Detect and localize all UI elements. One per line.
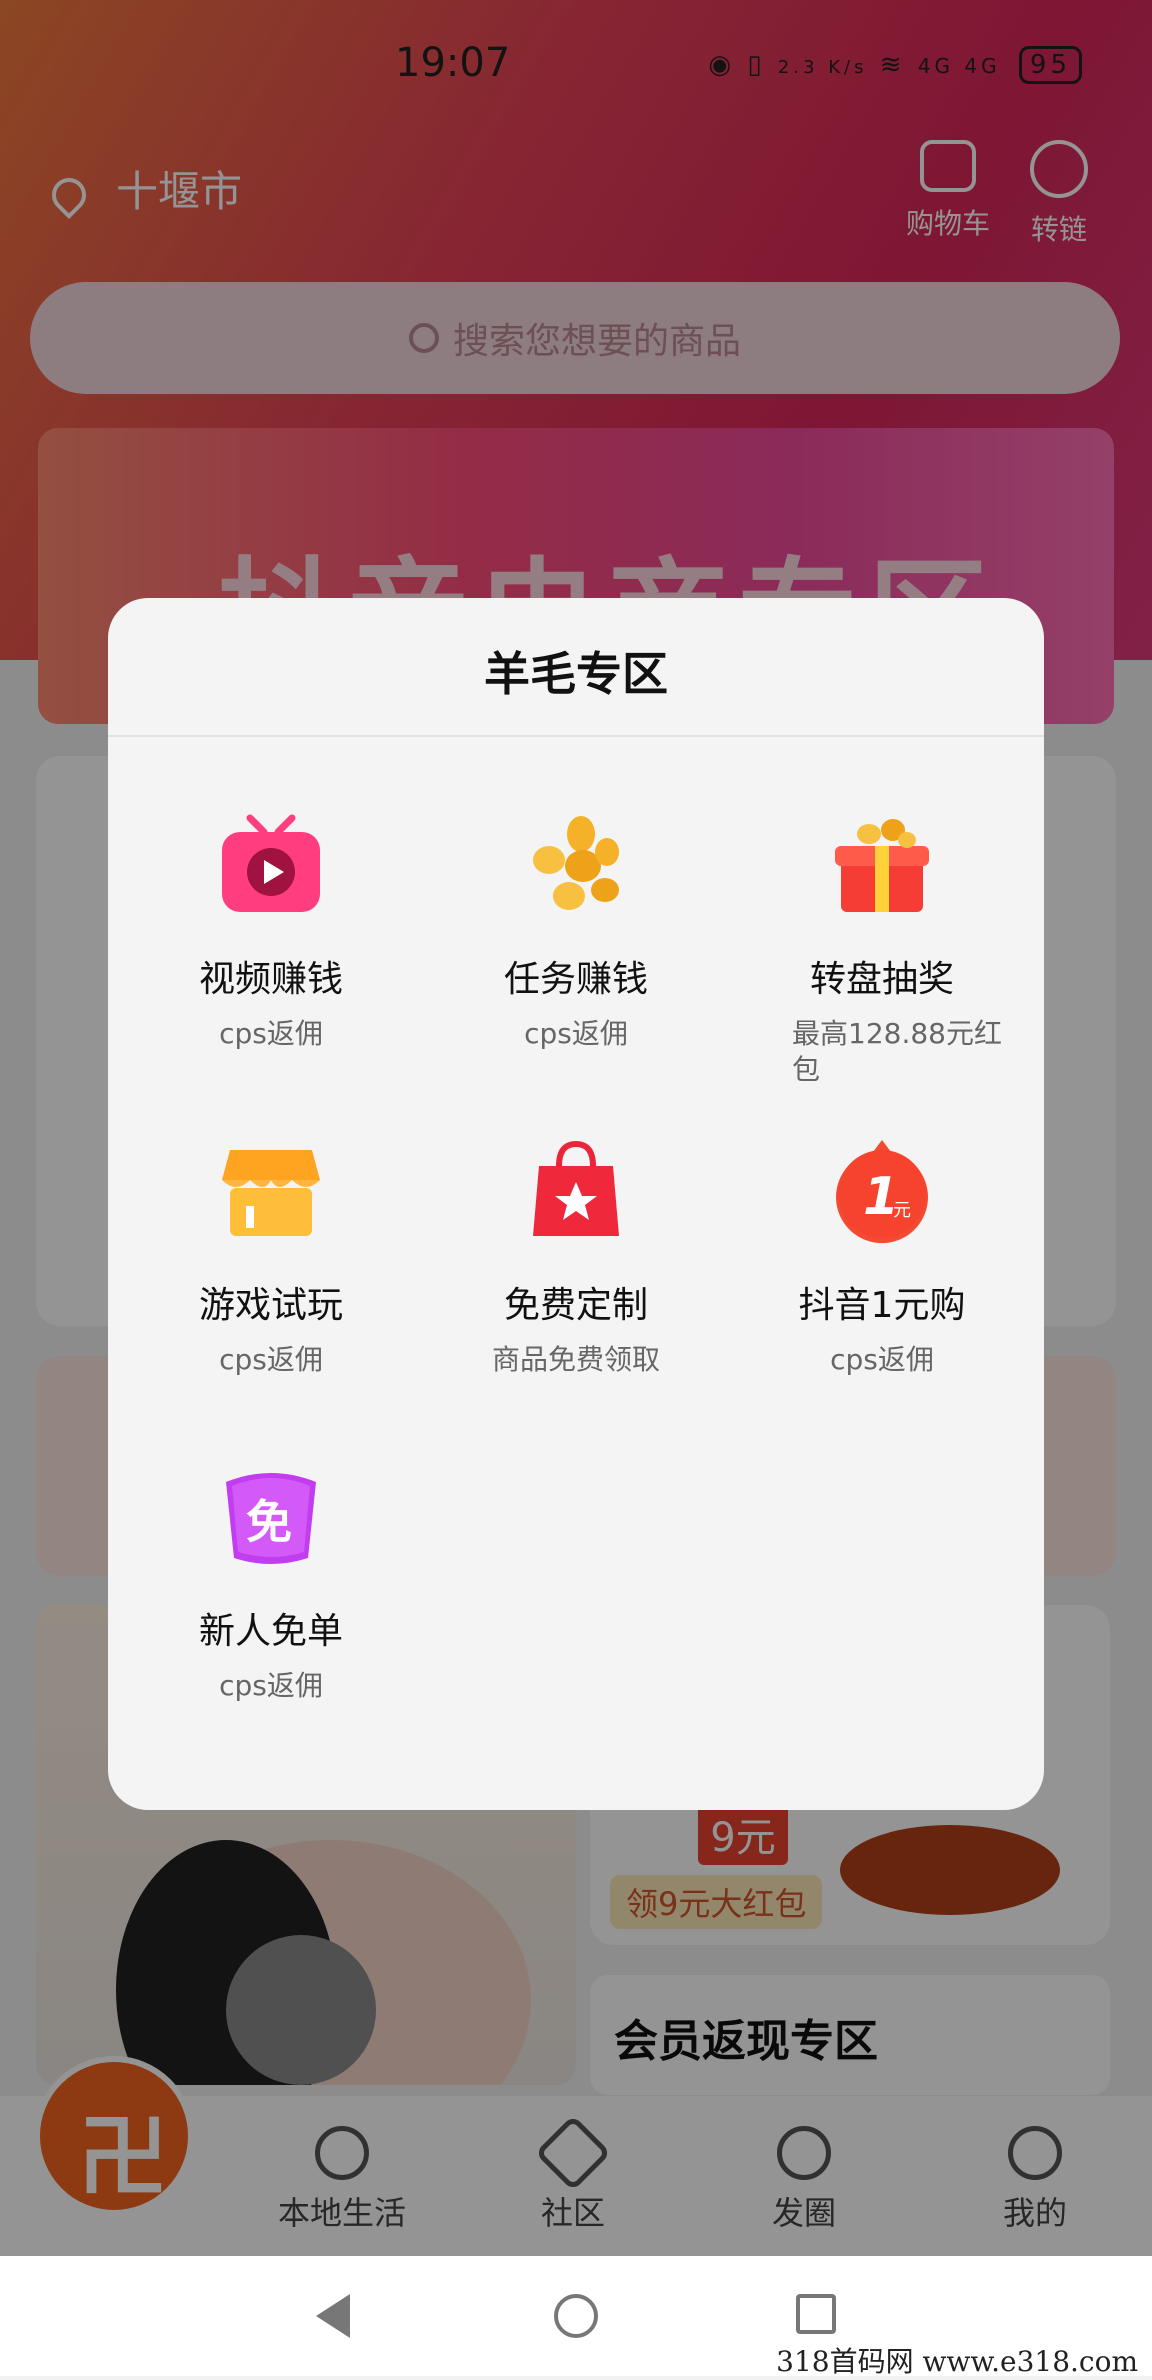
item-sub: cps返佣 xyxy=(524,1017,628,1050)
item-newbie-free[interactable]: 免 新人免单 cps返佣 xyxy=(141,1462,401,1704)
item-game-trial[interactable]: 游戏试玩 cps返佣 xyxy=(141,1136,401,1378)
item-video-earn[interactable]: 视频赚钱 cps返佣 xyxy=(141,810,401,1052)
svg-text:免: 免 xyxy=(246,1495,292,1549)
svg-text:元: 元 xyxy=(893,1200,911,1221)
item-name: 转盘抽奖 xyxy=(809,959,954,1000)
item-lucky-wheel[interactable]: 转盘抽奖 最高128.88元红包 xyxy=(752,810,1012,1088)
item-name: 抖音1元购 xyxy=(798,1285,966,1326)
item-sub: 商品免费领取 xyxy=(491,1343,660,1376)
item-task-earn[interactable]: 任务赚钱 cps返佣 xyxy=(446,810,706,1052)
item-free-custom[interactable]: 免费定制 商品免费领取 xyxy=(446,1136,706,1378)
one-yuan-icon: 1元 xyxy=(827,1136,937,1246)
item-sub: cps返佣 xyxy=(219,1343,323,1376)
wool-zone-modal: 羊毛专区 视频赚钱 cps返佣 任务赚钱 cps返佣 转盘抽奖 最高128.88… xyxy=(108,598,1044,1810)
coins-icon xyxy=(521,810,631,920)
item-name: 视频赚钱 xyxy=(198,959,343,1000)
modal-divider xyxy=(108,735,1044,737)
back-icon[interactable] xyxy=(316,2294,350,2338)
item-sub: cps返佣 xyxy=(830,1343,934,1376)
gift-box-icon xyxy=(827,810,937,920)
item-name: 免费定制 xyxy=(503,1285,648,1326)
item-name: 新人免单 xyxy=(198,1611,343,1652)
shopping-bag-icon xyxy=(521,1136,631,1246)
tv-play-icon xyxy=(216,810,326,920)
shop-icon xyxy=(216,1136,326,1246)
item-sub: cps返佣 xyxy=(219,1669,323,1702)
item-sub: 最高128.88元红包 xyxy=(792,1017,1002,1086)
watermark: 318首码网 www.e318.com xyxy=(776,2345,1138,2378)
home-icon[interactable] xyxy=(554,2294,598,2338)
item-sub: cps返佣 xyxy=(219,1017,323,1050)
recents-icon[interactable] xyxy=(796,2294,836,2334)
free-badge-icon: 免 xyxy=(216,1462,326,1572)
item-name: 任务赚钱 xyxy=(503,959,648,1000)
item-douyin-one-yuan[interactable]: 1元 抖音1元购 cps返佣 xyxy=(752,1136,1012,1378)
item-name: 游戏试玩 xyxy=(198,1285,343,1326)
modal-title: 羊毛专区 xyxy=(484,647,668,701)
